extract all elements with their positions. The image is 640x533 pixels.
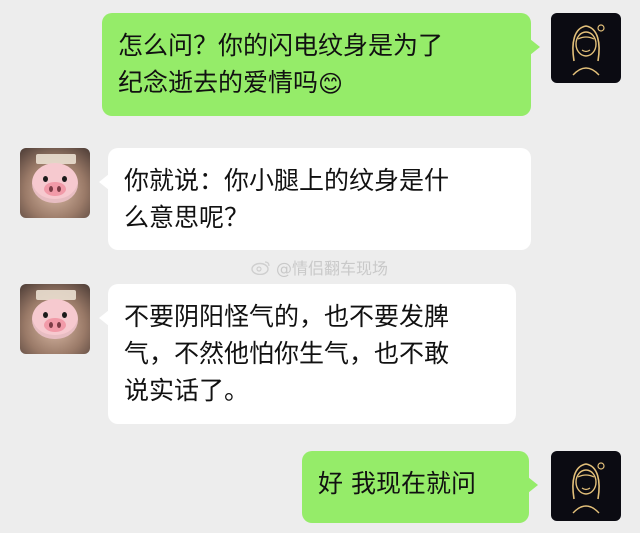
message-text: 怎么问？你的闪电纹身是为了 纪念逝去的爱情吗 [118,31,444,97]
watermark: @情侣翻车现场 [250,255,388,279]
girl-portrait-icon [572,24,605,76]
contact-avatar[interactable] [20,284,90,354]
my-avatar[interactable] [551,451,621,521]
message-bubble-sent[interactable]: 怎么问？你的闪电纹身是为了 纪念逝去的爱情吗😊 [102,13,540,116]
watermark-text: @情侣翻车现场 [276,259,389,278]
chat-window: 怎么问？你的闪电纹身是为了 纪念逝去的爱情吗😊 你就说：你小腿上的纹身是什 么意… [0,0,640,533]
message-text: 好 我现在就问 [318,469,476,498]
weibo-icon [251,261,270,275]
message-bubble-received[interactable]: 不要阴阳怪气的，也不要发脾 气，不然他怕你生气，也不敢 说实话了。 [99,284,516,424]
my-avatar[interactable] [551,13,621,83]
message-bubble-sent[interactable]: 好 我现在就问 [302,451,538,523]
girl-portrait-icon [572,462,605,514]
smile-emoji-icon: 😊 [318,70,344,98]
message-text: 不要阴阳怪气的，也不要发脾 气，不然他怕你生气，也不敢 说实话了。 [124,302,450,405]
message-bubble-received[interactable]: 你就说：你小腿上的纹身是什 么意思呢？ [99,148,531,250]
message-text: 你就说：你小腿上的纹身是什 么意思呢？ [124,166,450,232]
contact-avatar[interactable] [20,148,90,218]
